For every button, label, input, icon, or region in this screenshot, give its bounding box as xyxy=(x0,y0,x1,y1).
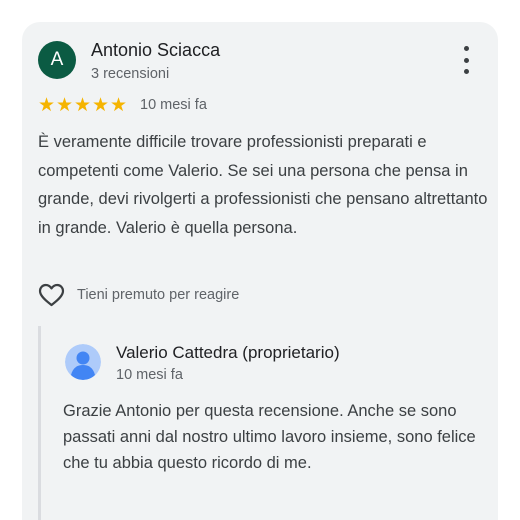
review-date: 10 mesi fa xyxy=(140,97,207,113)
review-card: A Antonio Sciacca 3 recensioni ★ ★ ★ ★ ★ 10 … xyxy=(22,22,498,520)
default-profile-icon xyxy=(65,344,101,380)
more-vert-icon-dot xyxy=(463,57,469,63)
heart-outline-icon xyxy=(38,283,65,307)
more-vert-icon xyxy=(463,46,469,51)
more-options-button[interactable] xyxy=(456,46,476,74)
star-icon: ★ xyxy=(110,94,128,116)
author-avatar[interactable]: A xyxy=(38,41,76,79)
star-rating: ★ ★ ★ ★ ★ xyxy=(38,96,127,115)
more-vert-icon-dot xyxy=(463,69,469,74)
react-button[interactable]: Tieni premuto per reagire xyxy=(38,282,239,308)
star-icon: ★ xyxy=(38,94,56,116)
author-review-count: 3 recensioni xyxy=(91,66,170,82)
review-text: È veramente difficile trovare profession… xyxy=(38,133,488,237)
star-icon: ★ xyxy=(92,94,110,116)
author-initial: A xyxy=(50,49,64,70)
author-name[interactable]: Antonio Sciacca xyxy=(91,40,220,61)
owner-name[interactable]: Valerio Cattedra (proprietario) xyxy=(116,343,340,363)
owner-reply: Valerio Cattedra (proprietario) 10 mesi … xyxy=(38,326,488,520)
reply-text: Grazie Antonio per questa recensione. An… xyxy=(63,402,476,472)
react-label: Tieni premuto per reagire xyxy=(77,287,240,303)
star-icon: ★ xyxy=(56,94,74,116)
owner-avatar[interactable] xyxy=(65,344,101,380)
rating-row: ★ ★ ★ ★ ★ 10 mesi fa xyxy=(38,94,207,116)
star-icon: ★ xyxy=(74,94,92,116)
reply-date: 10 mesi fa xyxy=(116,367,183,383)
